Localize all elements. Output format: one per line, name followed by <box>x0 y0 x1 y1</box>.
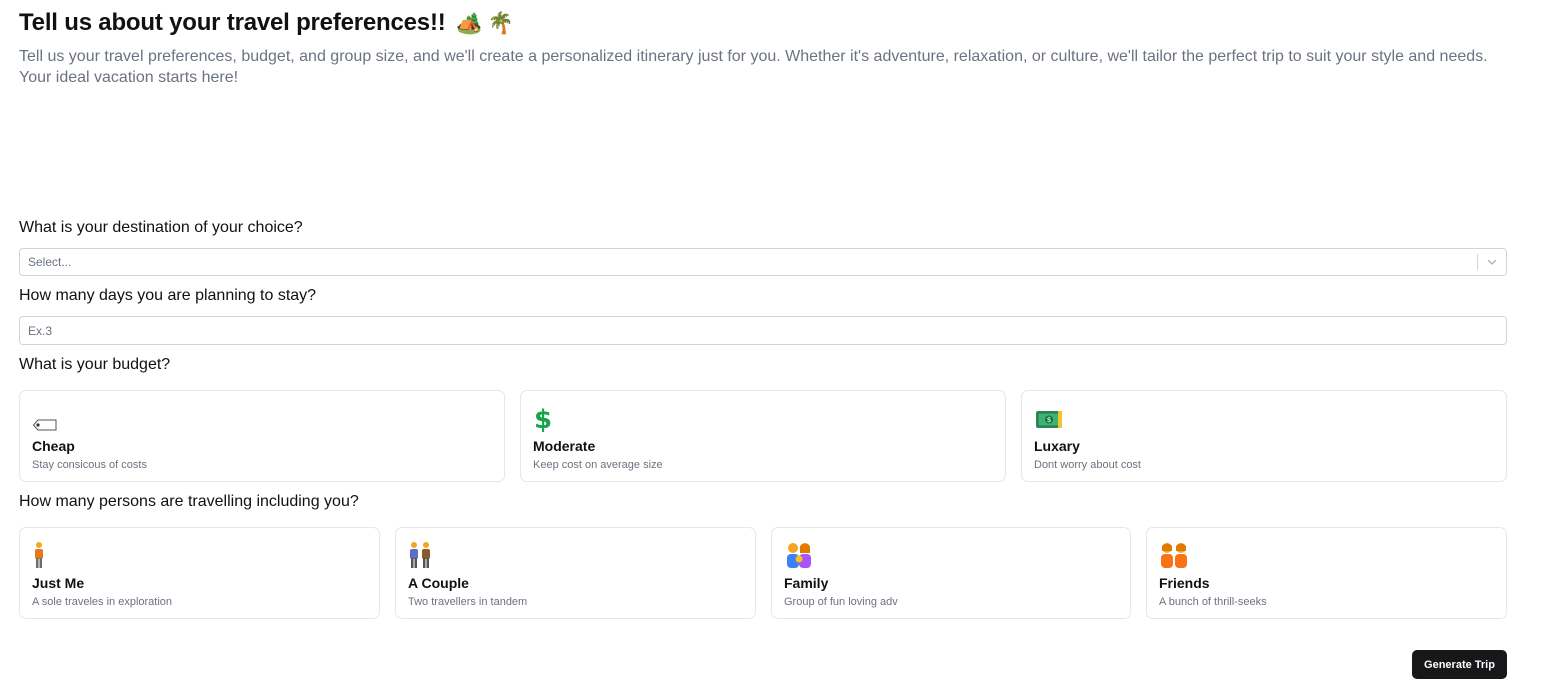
budget-option-desc: Dont worry about cost <box>1034 459 1141 471</box>
travellers-option-friends[interactable]: Friends A bunch of thrill-seeks <box>1146 527 1507 619</box>
travellers-option-title: Just Me <box>32 575 85 591</box>
budget-question: What is your budget? <box>19 356 171 373</box>
travellers-option-desc: Two travellers in tandem <box>408 596 528 608</box>
travellers-option-title: Family <box>784 575 829 591</box>
price-tag-icon <box>32 404 492 432</box>
travellers-question: How many persons are travelling includin… <box>19 493 359 510</box>
budget-option-cheap[interactable]: Cheap Stay consicous of costs <box>19 390 505 482</box>
travellers-option-desc: Group of fun loving adv <box>784 596 898 608</box>
svg-text:$: $ <box>1047 416 1052 424</box>
budget-option-title: Moderate <box>533 438 596 454</box>
travellers-option-desc: A bunch of thrill-seeks <box>1159 596 1267 608</box>
travellers-option-couple[interactable]: A Couple Two travellers in tandem <box>395 527 756 619</box>
travel-preferences-page: Tell us about your travel preferences!! … <box>0 0 1557 692</box>
travellers-option-desc: A sole traveles in exploration <box>32 596 173 608</box>
person-icon <box>32 541 367 569</box>
travellers-option-just-me[interactable]: Just Me A sole traveles in exploration <box>19 527 380 619</box>
days-input[interactable] <box>19 316 1507 345</box>
generate-trip-button[interactable]: Generate Trip <box>1412 650 1507 679</box>
travellers-option-family[interactable]: Family Group of fun loving adv <box>771 527 1131 619</box>
days-question: How many days you are planning to stay? <box>19 287 317 304</box>
travellers-option-title: Friends <box>1159 575 1210 591</box>
couple-icon <box>408 541 743 569</box>
destination-select[interactable]: Select... <box>19 248 1507 276</box>
budget-option-title: Luxary <box>1034 438 1080 454</box>
svg-text:$: $ <box>534 405 552 432</box>
budget-option-desc: Stay consicous of costs <box>32 459 147 471</box>
budget-option-desc: Keep cost on average size <box>533 459 663 471</box>
destination-question: What is your destination of your choice? <box>19 219 303 236</box>
family-icon <box>784 541 1118 569</box>
dollar-sign-icon: $ <box>533 404 993 432</box>
destination-select-placeholder: Select... <box>28 255 72 269</box>
page-title-text: Tell us about your travel preferences!! <box>19 9 446 36</box>
budget-option-title: Cheap <box>32 438 75 454</box>
page-title: Tell us about your travel preferences!! … <box>19 9 514 37</box>
chevron-down-icon[interactable] <box>1478 249 1506 275</box>
friends-icon <box>1159 541 1494 569</box>
camping-palm-icon: 🏕️ 🌴 <box>456 12 514 35</box>
money-bill-icon: $ <box>1034 404 1494 432</box>
budget-option-moderate[interactable]: $ Moderate Keep cost on average size <box>520 390 1006 482</box>
travellers-option-title: A Couple <box>408 575 469 591</box>
page-subtitle: Tell us your travel preferences, budget,… <box>19 48 1488 86</box>
budget-option-luxary[interactable]: $ Luxary Dont worry about cost <box>1021 390 1507 482</box>
